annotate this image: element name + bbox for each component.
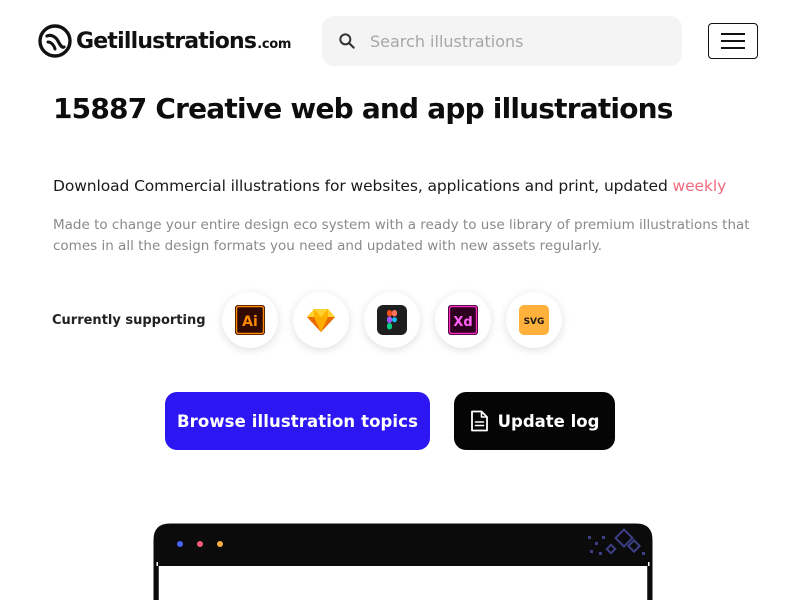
logo-mark-icon [38,24,72,58]
update-log-button[interactable]: Update log [454,392,615,450]
svg-icon: SVG [518,305,549,335]
hero-subtitle-accent: weekly [672,177,727,195]
supported-formats-label: Currently supporting [52,312,206,328]
figma-icon [376,305,407,335]
browse-topics-button[interactable]: Browse illustration topics [165,392,430,450]
hero-description: Made to change your entire design eco sy… [53,217,750,254]
site-logo[interactable]: Getillustrations .com [38,23,291,59]
search-input[interactable] [370,31,660,51]
document-icon [470,410,488,432]
tool-illustrator: Ai [221,292,278,348]
hamburger-icon-line [721,33,745,35]
logo-text: Getillustrations [76,28,257,54]
window-dot-icon [197,541,203,547]
search-bar[interactable] [322,16,682,66]
hamburger-icon-line [721,47,745,49]
tool-sketch [292,292,349,348]
hero-subtitle: Download Commercial illustrations for we… [53,177,726,195]
window-dot-icon [217,541,223,547]
adobe-illustrator-icon: Ai [234,305,265,335]
supported-formats: Currently supporting Ai Xd SVG [52,292,562,348]
browse-topics-label: Browse illustration topics [176,411,418,431]
tool-xd: Xd [434,292,491,348]
tool-svg: SVG [505,292,562,348]
xd-icon-label: Xd [453,315,472,330]
search-icon [339,33,355,49]
window-dot-icon [177,541,183,547]
menu-button[interactable] [708,23,758,59]
svg-icon-label: SVG [523,317,544,327]
logo-suffix: .com [257,36,292,52]
hero-subtitle-text: Download Commercial illustrations for we… [53,177,668,195]
update-log-label: Update log [497,411,600,431]
hamburger-icon-line [721,40,745,42]
browser-window-illustration [153,523,653,600]
tool-figma [363,292,420,348]
page-title: 15887 Creative web and app illustrations [53,92,673,125]
format-icons: Ai Xd SVG [221,292,562,348]
sketch-icon [306,309,335,332]
adobe-xd-icon: Xd [447,305,478,335]
illustrator-icon-label: Ai [242,314,258,330]
